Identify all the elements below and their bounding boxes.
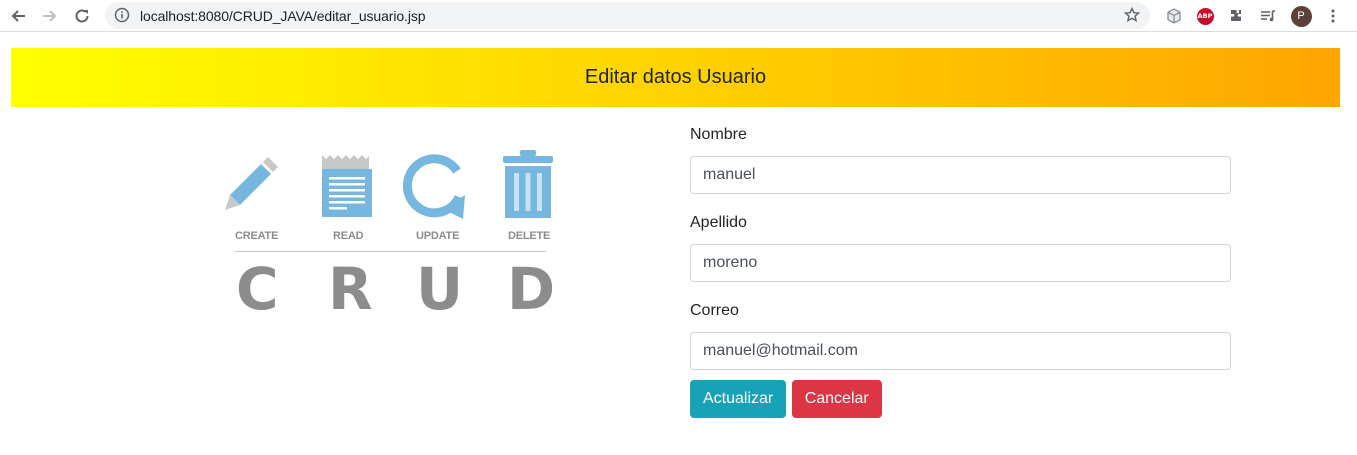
adblock-extension[interactable]: ABP <box>1193 4 1217 28</box>
correo-group: Correo <box>690 302 1231 388</box>
extensions-button[interactable] <box>1224 4 1248 28</box>
update-button[interactable]: Actualizar <box>690 380 787 418</box>
puzzle-icon <box>1231 10 1241 21</box>
header-banner: Editar datos Usuario <box>11 48 1340 107</box>
menu-button[interactable] <box>1321 4 1345 28</box>
arrow-right-icon <box>43 10 57 22</box>
forward-button[interactable] <box>38 4 62 28</box>
arrow-left-icon <box>11 10 25 22</box>
correo-label: Correo <box>690 302 739 319</box>
crud-letter-r: R <box>328 255 373 323</box>
apellido-input[interactable] <box>690 244 1231 282</box>
cube-icon <box>1167 8 1181 24</box>
browser-toolbar: localhost:8080/CRUD_JAVA/editar_usuario.… <box>0 0 1357 32</box>
media-button[interactable] <box>1256 4 1280 28</box>
apellido-group: Apellido <box>690 214 1231 300</box>
divider <box>235 251 546 252</box>
crud-letter-c: C <box>236 255 279 323</box>
reload-icon <box>75 9 89 23</box>
crud-illustration: CREATE READ UPDATE DELETE C R U D <box>220 145 560 323</box>
nombre-label: Nombre <box>690 126 747 143</box>
nombre-input[interactable] <box>690 156 1231 194</box>
crud-letter-u: U <box>416 255 464 323</box>
crud-label-update: UPDATE <box>416 230 460 242</box>
pencil-icon <box>225 157 278 210</box>
apellido-label: Apellido <box>690 214 747 231</box>
correo-input[interactable] <box>690 332 1231 370</box>
url-text[interactable]: localhost:8080/CRUD_JAVA/editar_usuario.… <box>140 8 426 24</box>
crud-label-create: CREATE <box>235 230 279 242</box>
star-icon[interactable] <box>1123 6 1141 28</box>
refresh-icon <box>403 154 465 219</box>
crud-label-delete: DELETE <box>508 230 551 242</box>
address-bar[interactable]: localhost:8080/CRUD_JAVA/editar_usuario.… <box>105 2 1150 29</box>
profile-button[interactable]: P <box>1289 4 1313 28</box>
cancel-button[interactable]: Cancelar <box>791 380 882 418</box>
back-button[interactable] <box>6 4 30 28</box>
more-vert-icon <box>1331 9 1335 23</box>
nombre-group: Nombre <box>690 126 1231 212</box>
document-icon <box>322 155 372 217</box>
adblock-icon: ABP <box>1196 7 1214 25</box>
queue-music-icon <box>1261 10 1275 22</box>
reload-button[interactable] <box>70 4 94 28</box>
info-icon[interactable] <box>114 7 130 28</box>
avatar: P <box>1290 5 1312 27</box>
crud-label-read: READ <box>333 230 364 242</box>
form-actions: Actualizar Cancelar <box>690 380 883 418</box>
crud-letter-d: D <box>507 255 556 323</box>
extension-cube[interactable] <box>1162 4 1186 28</box>
trash-icon <box>503 150 553 218</box>
page-title: Editar datos Usuario <box>584 66 767 88</box>
edit-user-form: Nombre Apellido Correo <box>690 124 1231 388</box>
